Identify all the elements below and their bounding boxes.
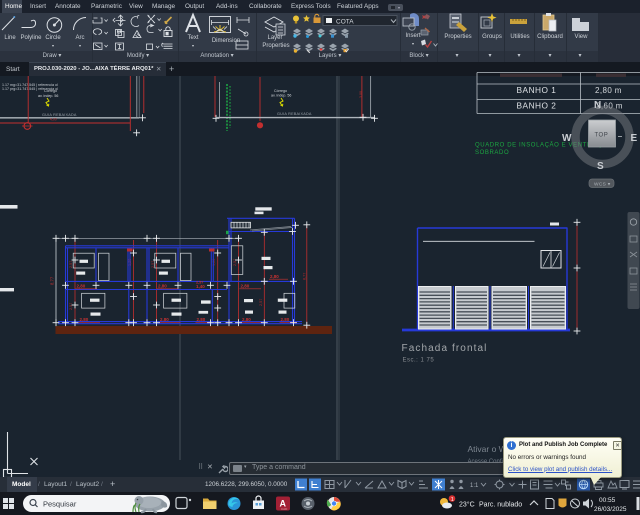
- svg-text:BANHO 1: BANHO 1: [517, 85, 557, 95]
- svg-text:2,57: 2,57: [259, 299, 263, 306]
- svg-text:1: 1: [451, 497, 454, 503]
- svg-text:S: S: [597, 161, 604, 172]
- svg-text:2,80: 2,80: [241, 284, 250, 289]
- svg-text:N: N: [594, 100, 601, 111]
- svg-text:4,00: 4,00: [50, 118, 57, 122]
- svg-text:8,77: 8,77: [50, 276, 55, 285]
- svg-text:2,80: 2,80: [281, 317, 290, 322]
- svg-text:Córrego: Córrego: [44, 89, 57, 93]
- svg-text:Pesquisar: Pesquisar: [43, 500, 77, 509]
- svg-text:WCS ▾: WCS ▾: [594, 182, 611, 188]
- svg-text:2,80: 2,80: [242, 317, 251, 322]
- svg-text:W: W: [562, 133, 572, 144]
- svg-text:CAD: CAD: [281, 507, 288, 511]
- svg-text:GUIA REBAIXADA: GUIA REBAIXADA: [42, 113, 77, 117]
- svg-text:av. indep. 56: av. indep. 56: [271, 94, 291, 98]
- svg-text:Fachada frontal: Fachada frontal: [402, 343, 488, 354]
- svg-text:3,00: 3,00: [359, 91, 363, 98]
- svg-text:BANHO 2: BANHO 2: [517, 101, 557, 111]
- svg-text:av. indep. 56: av. indep. 56: [38, 94, 58, 98]
- svg-text:2,80: 2,80: [158, 284, 167, 289]
- svg-text:2,57: 2,57: [151, 261, 155, 268]
- svg-text:GUIA REBAIXADA: GUIA REBAIXADA: [277, 112, 312, 116]
- svg-text:00:55: 00:55: [599, 497, 616, 504]
- svg-text:2,57: 2,57: [69, 261, 73, 268]
- svg-text:2,80: 2,80: [270, 274, 279, 279]
- svg-text:1:1: 1:1: [470, 483, 479, 489]
- svg-text:26/03/2025: 26/03/2025: [594, 506, 627, 513]
- svg-text:2,80: 2,80: [197, 317, 206, 322]
- svg-text:23°C: 23°C: [459, 501, 475, 509]
- svg-text:Esc.: 1 75: Esc.: 1 75: [403, 358, 435, 364]
- svg-text:E: E: [631, 133, 638, 144]
- svg-text:SOBRADO: SOBRADO: [475, 150, 509, 156]
- svg-text:2,57: 2,57: [69, 303, 73, 310]
- svg-text:2,80: 2,80: [80, 317, 89, 322]
- svg-text:1,40: 1,40: [196, 284, 205, 289]
- svg-text:2,80 m: 2,80 m: [595, 86, 622, 95]
- svg-text:2,80: 2,80: [160, 317, 169, 322]
- svg-text:8,77: 8,77: [302, 273, 306, 280]
- svg-text:TOP: TOP: [595, 133, 609, 139]
- svg-text:Parc. nublado: Parc. nublado: [479, 502, 522, 509]
- svg-text:2,80: 2,80: [77, 284, 86, 289]
- svg-text:Córrego: Córrego: [274, 89, 287, 93]
